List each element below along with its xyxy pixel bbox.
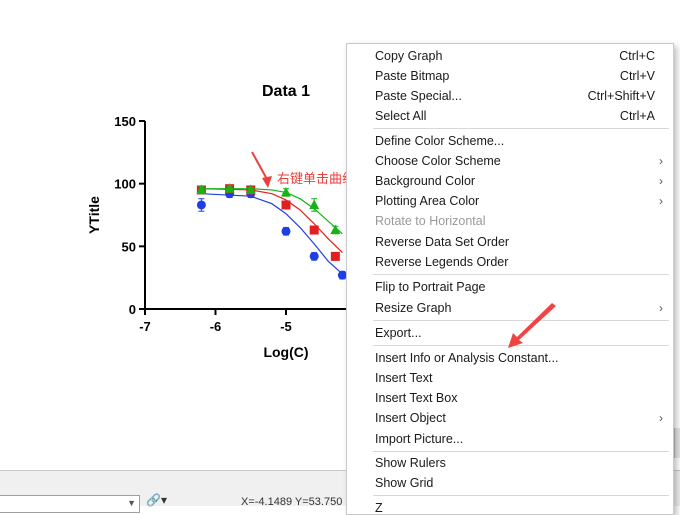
y-tick-label: 50 (122, 239, 136, 254)
y-tick-label: 0 (129, 302, 136, 317)
y-tick-label: 150 (114, 114, 136, 129)
data-point (330, 251, 340, 261)
chevron-down-icon[interactable]: ▼ (127, 498, 136, 508)
data-point (330, 224, 341, 235)
menu-separator (373, 451, 669, 452)
arrow-icon (251, 151, 269, 182)
menu-separator (373, 128, 669, 129)
fit-curve-series-0 (201, 193, 343, 275)
fit-curve-series-1 (201, 188, 343, 254)
x-axis-label: Log(C) (263, 344, 308, 360)
menu-item-insert-text[interactable]: Insert Text (347, 368, 673, 388)
menu-item-z[interactable]: Z (347, 498, 673, 514)
menu-item-select-all[interactable]: Select All Ctrl+A (347, 106, 673, 126)
menu-separator (373, 320, 669, 321)
arrow-head-icon (262, 176, 272, 188)
chevron-right-icon: › (659, 174, 663, 188)
data-point (281, 226, 291, 236)
menu-item-show-grid[interactable]: Show Grid (347, 473, 673, 493)
chevron-right-icon: › (659, 301, 663, 315)
data-point (281, 200, 291, 210)
menu-item-resize-graph[interactable]: Resize Graph › (347, 298, 673, 318)
x-tick-label: -7 (139, 319, 151, 334)
cursor-coordinates: X=-4.1489 Y=53.750 (241, 496, 343, 508)
data-point (196, 200, 206, 210)
x-tick-label: -6 (210, 319, 222, 334)
menu-separator (373, 345, 669, 346)
annotation-text[interactable]: 右键单击曲线 (277, 168, 355, 187)
chevron-right-icon: › (659, 411, 663, 425)
menu-item-paste-special[interactable]: Paste Special... Ctrl+Shift+V (347, 86, 673, 106)
data-point (309, 199, 320, 209)
menu-item-insert-info-or-analysis-constant[interactable]: Insert Info or Analysis Constant... (347, 348, 673, 368)
context-menu: Copy Graph Ctrl+C Paste Bitmap Ctrl+V Pa… (346, 43, 674, 515)
x-tick-label: -5 (280, 319, 292, 334)
fit-curve-series-2 (201, 188, 343, 235)
y-axis-label: YTitle (86, 196, 102, 234)
menu-item-copy-graph[interactable]: Copy Graph Ctrl+C (347, 46, 673, 66)
menu-separator (373, 274, 669, 275)
chevron-right-icon: › (659, 154, 663, 168)
menu-item-rotate-to-horizontal: Rotate to Horizontal (375, 214, 486, 228)
chart-title: Data 1 (262, 83, 310, 100)
menu-item-reverse-data-set-order[interactable]: Reverse Data Set Order (347, 232, 673, 252)
layer-combobox[interactable]: ▼ (0, 495, 140, 513)
y-tick-label: 100 (114, 177, 136, 192)
menu-item-define-color-scheme[interactable]: Define Color Scheme... (347, 131, 673, 151)
menu-item-export[interactable]: Export... (347, 323, 673, 343)
menu-item-import-picture[interactable]: Import Picture... (347, 429, 673, 449)
menu-item-flip-to-portrait-page[interactable]: Flip to Portrait Page (347, 277, 673, 297)
menu-item-plotting-area-color[interactable]: Plotting Area Color › (347, 191, 673, 211)
data-point (309, 251, 319, 261)
menu-item-paste-bitmap[interactable]: Paste Bitmap Ctrl+V (347, 66, 673, 86)
chevron-right-icon: › (659, 194, 663, 208)
menu-item-insert-object[interactable]: Insert Object › (347, 408, 673, 428)
data-point (309, 225, 319, 235)
menu-separator (373, 495, 669, 496)
menu-item-background-color[interactable]: Background Color › (347, 171, 673, 191)
window-edge (674, 428, 680, 458)
menu-item-insert-text-box[interactable]: Insert Text Box (347, 388, 673, 408)
menu-item-choose-color-scheme[interactable]: Choose Color Scheme › (347, 151, 673, 171)
menu-item-reverse-legends-order[interactable]: Reverse Legends Order (347, 252, 673, 272)
menu-item-show-rulers[interactable]: Show Rulers (347, 453, 673, 473)
